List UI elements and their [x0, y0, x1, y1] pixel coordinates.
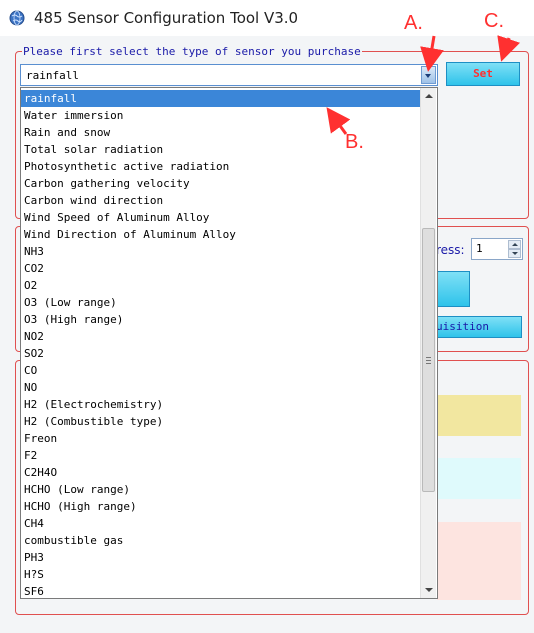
- address-label: ress:: [436, 243, 465, 257]
- dropdown-item[interactable]: O3 (High range): [21, 311, 420, 328]
- dropdown-item[interactable]: O3 (Low range): [21, 294, 420, 311]
- title-bar: 485 Sensor Configuration Tool V3.0: [0, 0, 534, 36]
- connect-button[interactable]: [435, 271, 470, 307]
- dropdown-item[interactable]: Wind Direction of Aluminum Alloy: [21, 226, 420, 243]
- sensor-type-dropdown-list: rainfall Water immersion Rain and snow Tota…: [20, 87, 438, 599]
- dropdown-item[interactable]: rainfall: [21, 90, 420, 107]
- dropdown-item[interactable]: H2 (Electrochemistry): [21, 396, 420, 413]
- app-window: 485 Sensor Configuration Tool V3.0 Pleas…: [0, 0, 534, 633]
- sensor-type-combobox[interactable]: rainfall: [20, 64, 438, 86]
- sensor-type-legend: Please first select the type of sensor y…: [22, 45, 362, 58]
- grip-icon: [426, 357, 431, 364]
- dropdown-item[interactable]: combustible gas: [21, 532, 420, 549]
- dropdown-item[interactable]: CH4: [21, 515, 420, 532]
- dropdown-item[interactable]: H2 (Combustible type): [21, 413, 420, 430]
- annotation-a: A.: [404, 12, 423, 34]
- dropdown-item[interactable]: C2H4O: [21, 464, 420, 481]
- dropdown-item[interactable]: NO: [21, 379, 420, 396]
- reading-panel-cyan: [437, 458, 521, 499]
- globe-icon: [9, 10, 25, 26]
- spin-up-icon[interactable]: [508, 240, 521, 249]
- scroll-up-icon[interactable]: [425, 94, 433, 98]
- annotation-b: B.: [345, 131, 364, 153]
- dropdown-item[interactable]: Carbon gathering velocity: [21, 175, 420, 192]
- acquisition-button[interactable]: uisition: [435, 316, 522, 338]
- dropdown-item[interactable]: SF6: [21, 583, 420, 598]
- dropdown-item[interactable]: Water immersion: [21, 107, 420, 124]
- address-value: 1: [476, 242, 483, 255]
- dropdown-item[interactable]: HCHO (Low range): [21, 481, 420, 498]
- dropdown-item[interactable]: SO2: [21, 345, 420, 362]
- chevron-down-icon[interactable]: [421, 66, 436, 84]
- dropdown-item[interactable]: HCHO (High range): [21, 498, 420, 515]
- scroll-thumb[interactable]: [422, 228, 435, 492]
- dropdown-item[interactable]: Photosynthetic active radiation: [21, 158, 420, 175]
- dropdown-item[interactable]: O2: [21, 277, 420, 294]
- dropdown-item[interactable]: CO2: [21, 260, 420, 277]
- annotation-c: C.: [484, 10, 504, 32]
- dropdown-item[interactable]: H?S: [21, 566, 420, 583]
- reading-panel-pink: [437, 522, 521, 600]
- reading-panel-yellow: [437, 395, 521, 436]
- dropdown-item[interactable]: PH3: [21, 549, 420, 566]
- dropdown-item[interactable]: Carbon wind direction: [21, 192, 420, 209]
- dropdown-item[interactable]: F2: [21, 447, 420, 464]
- sensor-type-value: rainfall: [26, 69, 79, 82]
- dropdown-item[interactable]: Wind Speed of Aluminum Alloy: [21, 209, 420, 226]
- scroll-down-icon[interactable]: [425, 588, 433, 592]
- dropdown-item[interactable]: NH3: [21, 243, 420, 260]
- window-title: 485 Sensor Configuration Tool V3.0: [34, 9, 299, 27]
- spin-down-icon[interactable]: [508, 249, 521, 258]
- dropdown-item[interactable]: CO: [21, 362, 420, 379]
- dropdown-scrollbar[interactable]: [420, 88, 436, 598]
- dropdown-item[interactable]: Freon: [21, 430, 420, 447]
- dropdown-item[interactable]: NO2: [21, 328, 420, 345]
- set-button[interactable]: Set: [446, 62, 520, 86]
- address-spinbox[interactable]: 1: [471, 238, 523, 260]
